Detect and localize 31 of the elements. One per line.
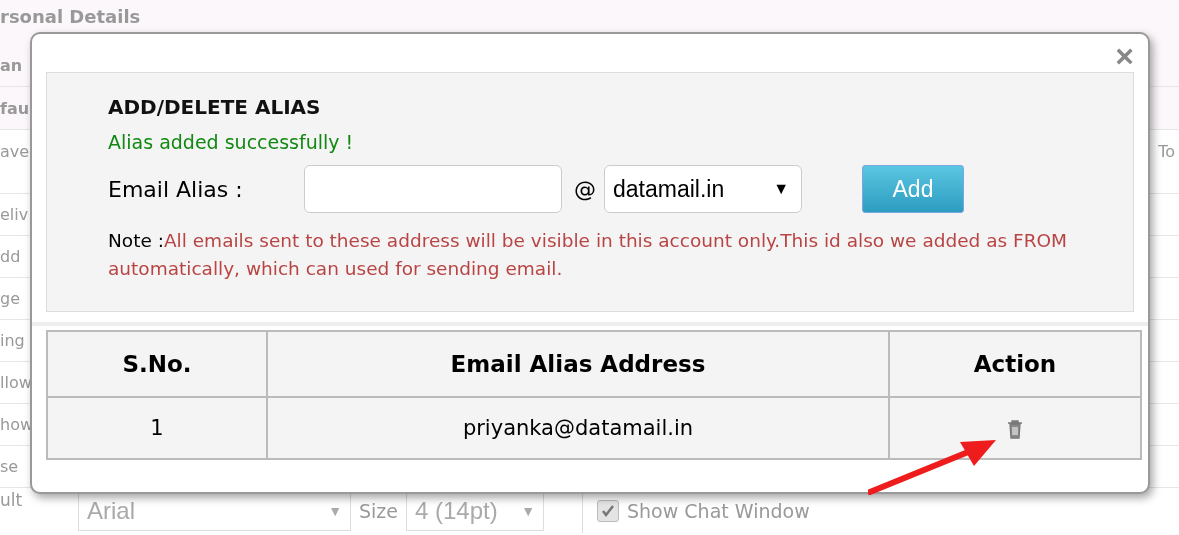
trash-icon[interactable] bbox=[1006, 419, 1024, 439]
setting-label: an bbox=[0, 55, 23, 75]
setting-label: ge bbox=[0, 289, 20, 308]
setting-label: eliv bbox=[0, 205, 29, 224]
setting-label: llow bbox=[0, 373, 32, 392]
at-sign: @ bbox=[574, 176, 596, 202]
column-header: Email Alias Address bbox=[267, 331, 889, 397]
note-text: Note :All emails sent to these address will be visible in this account only.This id also we added as FROM automatically, which can used for sending email. bbox=[108, 229, 1069, 281]
checkmark-icon bbox=[600, 503, 616, 519]
add-button[interactable]: Add bbox=[862, 165, 964, 213]
setting-label: se bbox=[0, 457, 19, 476]
setting-label: fau bbox=[0, 98, 30, 118]
column-header: Action bbox=[889, 331, 1141, 397]
domain-select[interactable]: datamail.in ▼ bbox=[604, 165, 802, 213]
close-button[interactable]: × bbox=[1115, 38, 1134, 75]
field-label: Email Alias : bbox=[108, 176, 244, 202]
table-cell: 1 bbox=[47, 397, 267, 459]
checkbox[interactable] bbox=[597, 500, 619, 522]
section-heading: rsonal Details bbox=[0, 6, 141, 27]
setting-label: dd bbox=[0, 247, 21, 266]
checkbox-label: Show Chat Window bbox=[627, 500, 810, 522]
success-message: Alias added successfully ! bbox=[108, 131, 355, 153]
dialog-title: ADD/DELETE ALIAS bbox=[108, 95, 322, 119]
setting-label: ave bbox=[0, 142, 30, 161]
setting-label: ult bbox=[0, 489, 24, 510]
column-header: S.No. bbox=[47, 331, 267, 397]
table-cell: priyanka@datamail.in bbox=[267, 397, 889, 459]
email-alias-field[interactable] bbox=[304, 165, 562, 213]
setting-label: ing bbox=[0, 331, 25, 350]
size-label: Size bbox=[359, 500, 398, 522]
setting-label: To bbox=[1158, 142, 1176, 161]
